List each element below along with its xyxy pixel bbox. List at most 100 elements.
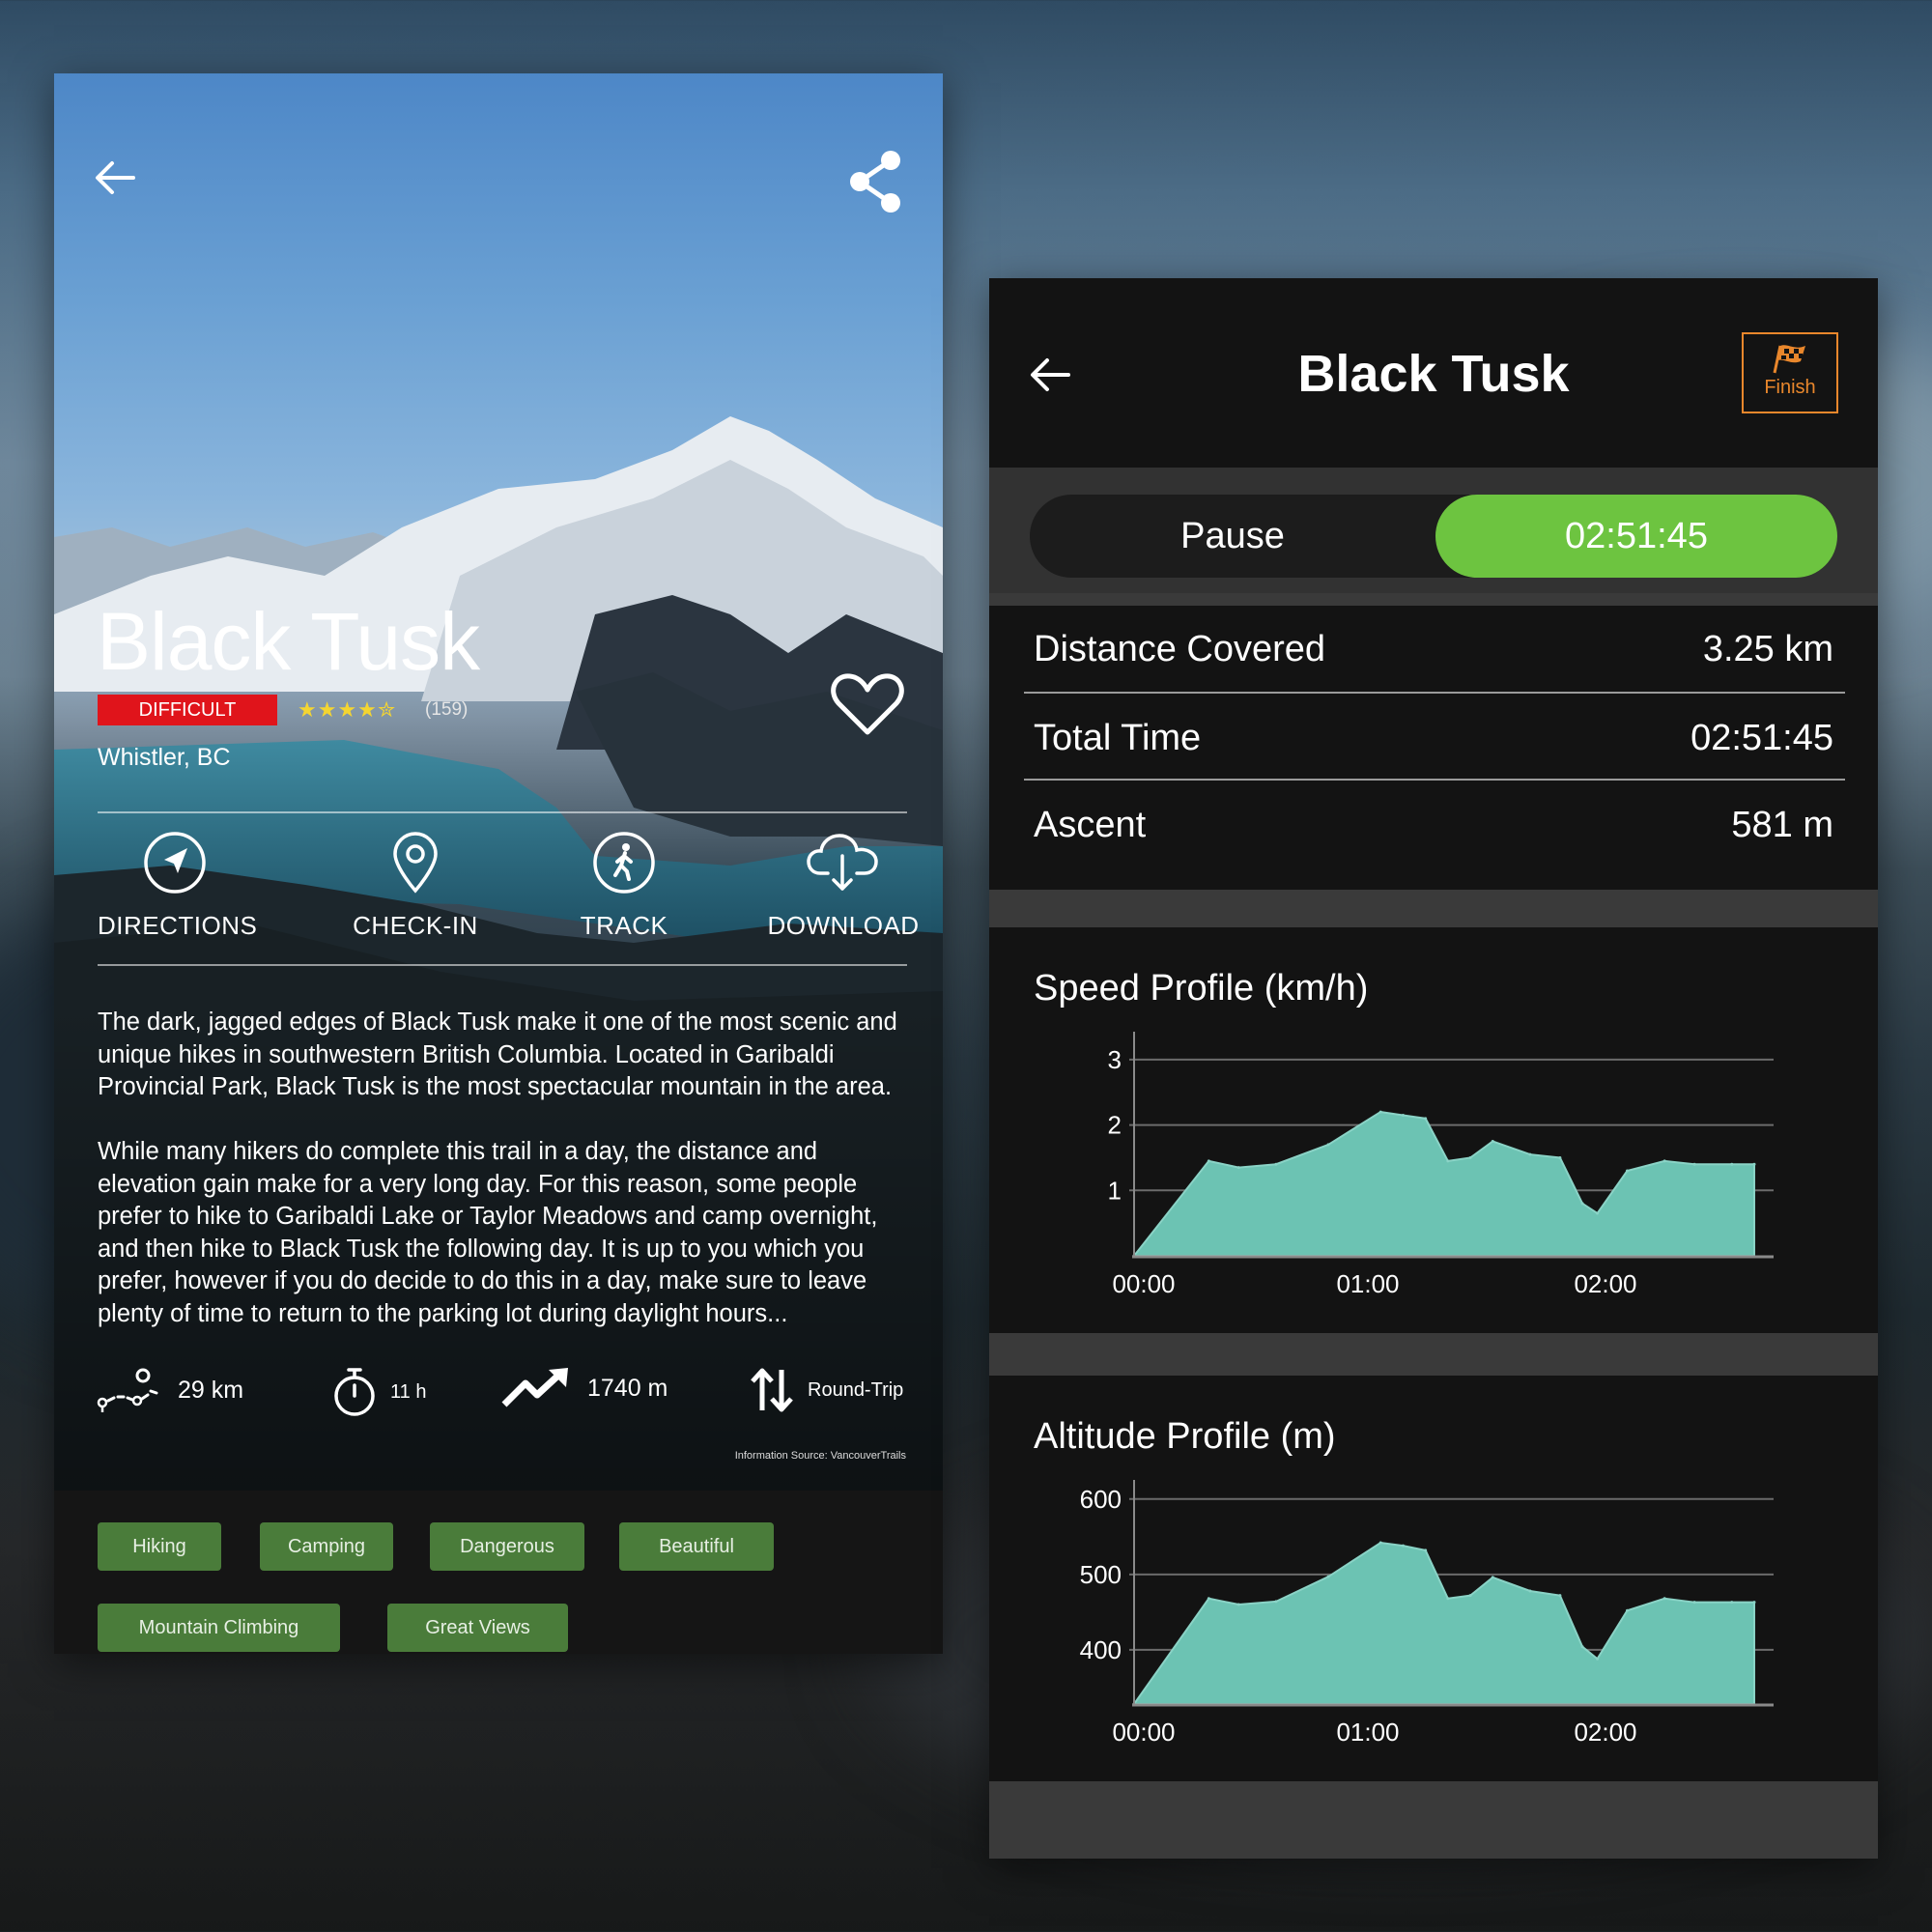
y-tick-label: 3 (1108, 1045, 1122, 1074)
y-tick-label: 1 (1108, 1176, 1122, 1205)
divider-bottom (98, 964, 907, 966)
round-trip-arrows-icon (751, 1368, 793, 1412)
divider-top (98, 811, 907, 813)
data-point (1626, 1608, 1630, 1612)
data-point (1207, 1597, 1210, 1601)
description-paragraph-2: While many hikers do complete this trail… (98, 1138, 878, 1327)
data-point (1730, 1601, 1734, 1605)
x-tick-label: 02:00 (1574, 1718, 1636, 1747)
trail-title: Black Tusk (97, 596, 480, 687)
data-point (1528, 1589, 1532, 1593)
altitude-profile-card: Altitude Profile (m) 400 500 600 00:00 01:00… (989, 1376, 1878, 1781)
data-point (1752, 1162, 1756, 1166)
y-tick-label: 600 (1080, 1485, 1122, 1514)
action-label: DOWNLOAD (767, 911, 920, 940)
x-tick-label: 01:00 (1336, 1269, 1399, 1298)
tag-beautiful[interactable]: Beautiful (619, 1522, 774, 1571)
pause-button[interactable]: Pause (1030, 495, 1435, 578)
description-paragraph-1: The dark, jagged edges of Black Tusk mak… (98, 1009, 897, 1100)
data-area (1131, 1111, 1755, 1257)
navigation-icon (144, 832, 206, 894)
x-tick-label: 01:00 (1336, 1718, 1399, 1747)
information-source: Information Source: VancouverTrails (734, 1450, 906, 1462)
data-point (1326, 1575, 1330, 1578)
trail-detail-screen: Black Tusk DIFFICULT ★★★★✮ (159) Whistle… (54, 73, 943, 1654)
review-count: (159) (425, 699, 469, 720)
action-download[interactable]: DOWNLOAD (752, 831, 935, 941)
data-point (1596, 1657, 1600, 1661)
timer-control: Pause 02:51:45 (1030, 495, 1837, 578)
metric-total-time: Total Time 02:51:45 (1034, 695, 1833, 780)
metric-ascent: Ascent 581 m (1034, 781, 1833, 867)
difficulty-badge: DIFFICULT (98, 695, 277, 725)
action-label: CHECK-IN (353, 911, 478, 940)
y-tick-label: 500 (1080, 1560, 1122, 1589)
stat-distance: 29 km (97, 1366, 243, 1414)
altitude-profile-chart: 400 500 600 00:00 01:00 02:00 (1080, 1480, 1774, 1747)
data-point (1326, 1143, 1330, 1147)
metric-value: 581 m (1731, 805, 1833, 845)
tracking-screen: Black Tusk Finish Pause 02:51:45 Distanc… (989, 278, 1878, 1859)
favorite-heart-icon[interactable] (829, 670, 906, 738)
data-point (1446, 1159, 1450, 1163)
tag-hiking[interactable]: Hiking (98, 1522, 221, 1571)
data-point (1752, 1601, 1756, 1605)
stat-distance-value: 29 km (178, 1376, 244, 1404)
map-pin-icon (393, 832, 438, 894)
trail-location: Whistler, BC (98, 744, 231, 771)
action-track[interactable]: TRACK (547, 831, 701, 941)
metric-label: Distance Covered (1034, 629, 1326, 669)
data-point (1558, 1155, 1562, 1159)
timer-band: Pause 02:51:45 (989, 468, 1878, 593)
data-point (1491, 1576, 1494, 1579)
back-arrow-icon[interactable] (87, 149, 145, 207)
tag-mountain-climbing[interactable]: Mountain Climbing (98, 1604, 340, 1652)
data-point (1378, 1110, 1382, 1114)
data-point (1596, 1211, 1600, 1215)
data-point (1528, 1152, 1532, 1156)
stat-duration-value: 11 h (390, 1380, 427, 1403)
data-point (1274, 1600, 1278, 1604)
action-check-in[interactable]: CHECK-IN (338, 831, 493, 941)
data-point (1236, 1166, 1240, 1170)
hiker-icon (593, 832, 655, 894)
data-point (1662, 1159, 1666, 1163)
tracking-header: Black Tusk Finish (989, 278, 1878, 468)
data-point (1692, 1601, 1696, 1605)
metric-label: Ascent (1034, 805, 1147, 845)
y-tick-label: 400 (1080, 1635, 1122, 1664)
stat-elevation: 1740 m (500, 1366, 668, 1410)
data-point (1424, 1117, 1428, 1121)
x-tick-label: 02:00 (1574, 1269, 1636, 1298)
tag-dangerous[interactable]: Dangerous (430, 1522, 584, 1571)
share-icon[interactable] (844, 149, 906, 214)
metric-divider (1024, 779, 1845, 781)
metric-distance: Distance Covered 3.25 km (1034, 606, 1833, 691)
data-point (1207, 1159, 1210, 1163)
y-tick-label: 2 (1108, 1111, 1122, 1140)
metric-divider (1024, 692, 1845, 694)
data-point (1401, 1113, 1405, 1117)
metrics-panel: Distance Covered 3.25 km Total Time 02:5… (989, 606, 1878, 890)
data-point (1662, 1597, 1666, 1601)
data-point (1378, 1541, 1382, 1545)
data-point (1580, 1202, 1584, 1206)
stat-duration: 11 h (332, 1366, 426, 1418)
speed-profile-chart: 1 2 3 00:00 01:00 02:00 (1108, 1032, 1774, 1298)
data-point (1730, 1162, 1734, 1166)
tag-camping[interactable]: Camping (260, 1522, 393, 1571)
data-point (1692, 1162, 1696, 1166)
action-label: DIRECTIONS (98, 911, 258, 940)
metric-value: 02:51:45 (1690, 718, 1833, 758)
route-dots-icon (97, 1368, 158, 1412)
elapsed-timer: 02:51:45 (1435, 495, 1837, 578)
data-point (1401, 1544, 1405, 1548)
action-directions[interactable]: DIRECTIONS (98, 831, 258, 941)
data-point (1446, 1597, 1450, 1601)
trail-hero-image: Black Tusk DIFFICULT ★★★★✮ (159) Whistle… (54, 73, 943, 1491)
finish-button[interactable]: Finish (1742, 332, 1838, 413)
data-point (1580, 1645, 1584, 1649)
x-tick-label: 00:00 (1112, 1269, 1175, 1298)
tag-great-views[interactable]: Great Views (387, 1604, 568, 1652)
data-point (1424, 1548, 1428, 1552)
